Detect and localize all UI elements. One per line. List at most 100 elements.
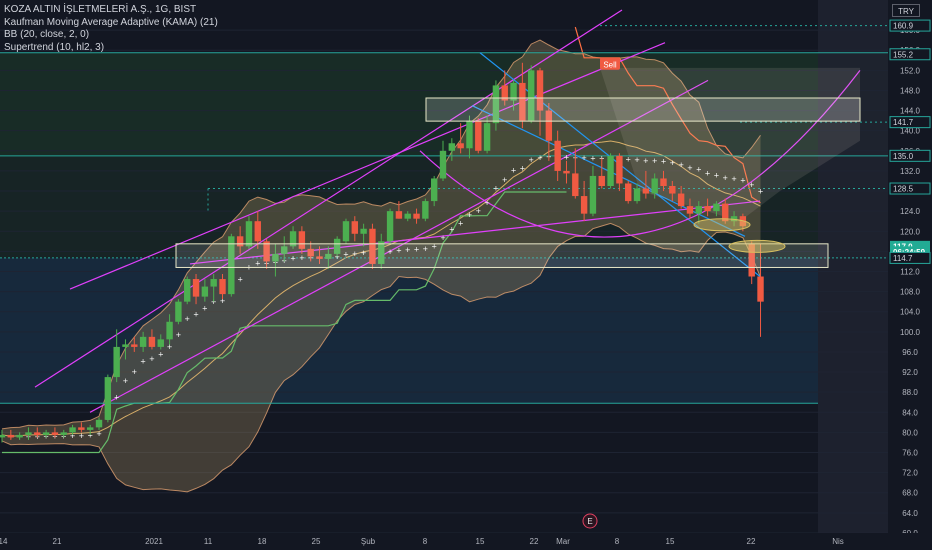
candle-body xyxy=(95,419,103,428)
kama-mark: + xyxy=(449,226,455,234)
candle-body xyxy=(245,221,253,247)
kama-mark: + xyxy=(731,175,737,183)
time-tick-label: 15 xyxy=(476,537,485,546)
candle-body xyxy=(475,120,482,151)
legend-supertrend[interactable]: Supertrend (10, hl2, 3) xyxy=(4,42,218,55)
kama-mark: + xyxy=(705,170,711,178)
candle-body xyxy=(633,188,641,202)
candle-body xyxy=(439,150,447,179)
kama-mark: + xyxy=(511,167,517,175)
price-tag-label: 114.7 xyxy=(893,254,913,263)
kama-mark: + xyxy=(722,174,728,182)
candle xyxy=(104,374,112,423)
candle-body xyxy=(184,279,191,302)
candle-body xyxy=(430,178,438,202)
price-chart[interactable]: + + + +++++ ++++++++ +++++++++++ ++ + + + + + + + + + + +… xyxy=(0,0,932,550)
candle xyxy=(184,276,191,305)
candle-body xyxy=(69,427,76,433)
candle-body xyxy=(413,213,420,219)
kama-mark: + xyxy=(493,184,499,192)
candle-body xyxy=(219,279,226,295)
candle-body xyxy=(210,279,217,287)
time-tick-label: 14 xyxy=(0,537,8,546)
kama-mark: + xyxy=(158,351,164,359)
candle-body xyxy=(572,173,579,197)
price-tick-label: 132.0 xyxy=(900,167,921,176)
kama-mark: + xyxy=(131,368,137,376)
time-tick-label: 11 xyxy=(204,537,213,546)
time-tick-label: 22 xyxy=(747,537,756,546)
candle-body xyxy=(642,188,650,194)
kama-mark: + xyxy=(634,156,640,164)
candle-body xyxy=(113,346,120,378)
time-tick-label: 2021 xyxy=(145,537,163,546)
kama-mark: + xyxy=(581,154,587,162)
sell-marker-label: Sell xyxy=(603,60,617,69)
candle-body xyxy=(166,321,173,340)
price-tick-label: 64.0 xyxy=(902,509,918,518)
candle xyxy=(475,118,482,154)
candle-body xyxy=(607,155,614,186)
kama-mark: + xyxy=(696,166,702,174)
earnings-marker-label: E xyxy=(587,517,592,526)
candle-body xyxy=(104,377,112,420)
price-tag-label: 135.0 xyxy=(893,152,914,161)
kama-mark: + xyxy=(625,156,631,164)
candle-body xyxy=(554,140,561,171)
kama-mark: + xyxy=(749,181,755,189)
kama-mark: + xyxy=(123,377,129,385)
kama-mark: + xyxy=(652,157,658,165)
time-tick-label: 15 xyxy=(666,537,675,546)
kama-mark: + xyxy=(140,358,146,366)
kama-mark: + xyxy=(669,159,675,167)
price-tick-label: 112.0 xyxy=(900,267,920,276)
kama-mark: + xyxy=(484,199,490,207)
kama-mark: + xyxy=(678,161,684,169)
legend-bb[interactable]: BB (20, close, 2, 0) xyxy=(4,29,218,42)
candle-body xyxy=(360,228,367,234)
price-tick-label: 108.0 xyxy=(900,288,921,297)
kama-mark: + xyxy=(440,234,446,242)
candle xyxy=(175,299,182,325)
time-tick-label: 18 xyxy=(258,537,267,546)
kama-mark: + xyxy=(502,176,508,184)
candle-body xyxy=(677,193,685,207)
candle-body xyxy=(34,432,41,435)
candle-body xyxy=(651,178,658,194)
candle-body xyxy=(351,221,358,234)
price-tick-label: 100.0 xyxy=(900,328,921,337)
currency-badge[interactable]: TRY xyxy=(892,4,920,17)
kama-mark: + xyxy=(740,176,746,184)
legend-kama[interactable]: Kaufman Moving Average Adaptive (KAMA) (… xyxy=(4,17,218,30)
price-tick-label: 120.0 xyxy=(900,227,921,236)
candle xyxy=(607,153,614,189)
legend-symbol[interactable]: KOZA ALTIN İŞLETMELERİ A.Ş., 1G, BIST xyxy=(4,4,218,17)
kama-mark: + xyxy=(564,154,570,162)
candle-body xyxy=(483,123,491,151)
kama-mark: + xyxy=(193,310,199,318)
candle-body xyxy=(713,203,720,212)
candle-body xyxy=(60,432,67,435)
time-axis[interactable]: 14 21 2021 11 18 25 Şub 8 15 22 Mar 8 15 22 Nis xyxy=(0,533,932,550)
price-axis[interactable]: 60.064.068.072.076.080.084.088.092.096.0… xyxy=(888,0,932,550)
price-tick-label: 152.0 xyxy=(900,66,921,75)
candle-body xyxy=(157,339,164,347)
kama-mark: + xyxy=(237,275,243,283)
kama-mark: + xyxy=(114,393,120,401)
price-tick-label: 80.0 xyxy=(902,428,918,437)
kama-mark: + xyxy=(467,211,473,219)
time-tick-label: Şub xyxy=(361,537,376,546)
highlight-ellipse xyxy=(728,239,786,253)
candle-body xyxy=(0,434,6,438)
kama-mark: + xyxy=(184,315,190,323)
kama-mark: + xyxy=(96,430,102,438)
legend: KOZA ALTIN İŞLETMELERİ A.Ş., 1G, BIST Ka… xyxy=(4,4,218,54)
kama-mark: + xyxy=(643,157,649,165)
candle-body xyxy=(589,175,597,214)
candle-body xyxy=(580,196,588,214)
price-tick-label: 68.0 xyxy=(902,489,918,498)
price-tick-label: 104.0 xyxy=(900,308,921,317)
candle-body xyxy=(695,206,702,214)
candle-body xyxy=(757,276,764,302)
resistance-box xyxy=(425,97,861,122)
